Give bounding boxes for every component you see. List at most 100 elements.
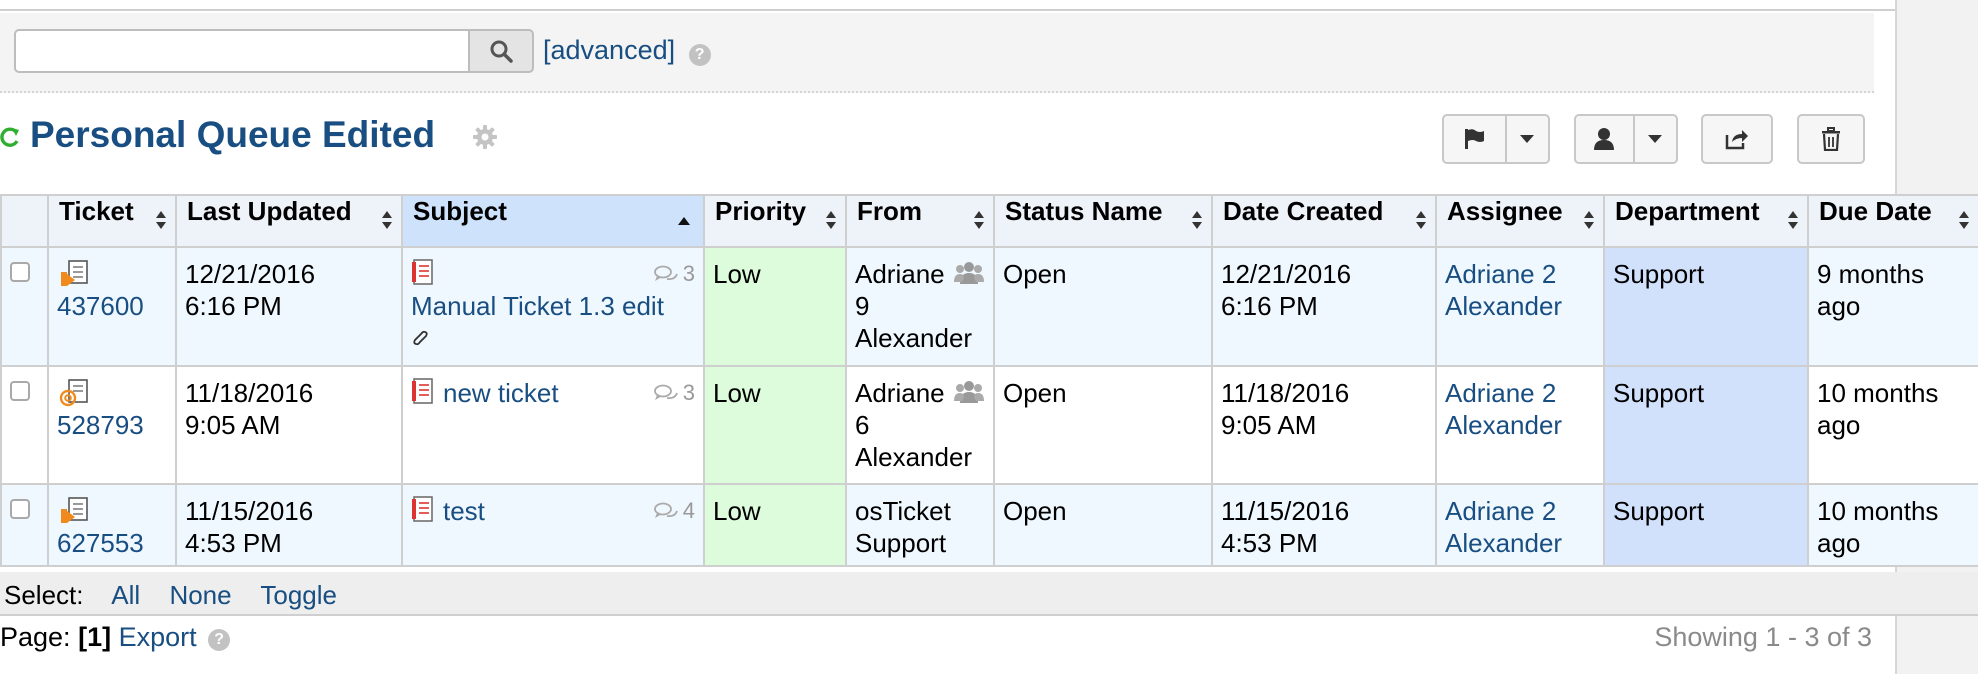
help-icon[interactable]: ? [208, 629, 231, 651]
header-ticket-label[interactable]: Ticket [59, 196, 134, 226]
subject-link[interactable]: new ticket [443, 378, 559, 408]
header-assignee-label[interactable]: Assignee [1447, 196, 1563, 226]
sort-icon[interactable] [1415, 210, 1427, 230]
assignee-link[interactable]: Adriane 2 [1445, 258, 1595, 290]
assign-dropdown-toggle[interactable] [1632, 116, 1676, 162]
assignee-link[interactable]: Adriane 2 [1445, 377, 1595, 409]
current-page[interactable]: [1] [78, 622, 111, 652]
header-last-updated-label[interactable]: Last Updated [187, 196, 352, 226]
header-department[interactable]: Department [1603, 194, 1809, 248]
document-icon [412, 378, 433, 404]
header-assignee[interactable]: Assignee [1435, 194, 1605, 248]
search-input[interactable] [14, 29, 470, 73]
flag-dropdown-toggle[interactable] [1504, 116, 1548, 162]
users-icon [954, 381, 984, 403]
row-select-cell [0, 246, 49, 367]
subject-link[interactable]: Manual Ticket 1.3 edit [411, 291, 664, 321]
assign-dropdown-button[interactable] [1574, 114, 1678, 164]
table-row[interactable]: 528793 11/18/2016 9:05 AM new ticket 3 Lo… [0, 365, 1978, 485]
thread-count: 3 [653, 258, 695, 290]
last-updated-cell: 11/15/2016 4:53 PM [175, 483, 403, 567]
thread-count: 4 [653, 495, 695, 527]
document-icon [412, 496, 433, 522]
ticket-icon [61, 260, 88, 286]
assignee-cell: Adriane 2 Alexander [1435, 246, 1605, 367]
header-last-updated[interactable]: Last Updated [175, 194, 403, 248]
ticket-number-link[interactable]: 627553 [57, 528, 144, 558]
search-button[interactable] [468, 29, 534, 73]
assignee-link[interactable]: Adriane 2 [1445, 495, 1595, 527]
page-title[interactable]: Personal Queue Edited [30, 114, 435, 156]
due-date-line2: ago [1817, 291, 1861, 321]
last-updated-date: 11/18/2016 [185, 378, 314, 408]
row-checkbox[interactable] [10, 499, 30, 519]
ticket-cell: 528793 [47, 365, 177, 485]
header-ticket[interactable]: Ticket [47, 194, 177, 248]
header-priority[interactable]: Priority [703, 194, 847, 248]
header-subject-label[interactable]: Subject [413, 196, 507, 226]
document-icon [412, 259, 433, 285]
table-row[interactable]: 627553 11/15/2016 4:53 PM test 4 Low osT… [0, 483, 1978, 567]
select-none-link[interactable]: None [169, 580, 231, 610]
user-icon [1594, 128, 1615, 150]
sort-icon[interactable] [381, 210, 393, 230]
assignee-link-line2[interactable]: Alexander [1445, 409, 1595, 441]
row-select-cell [0, 365, 49, 485]
ticket-cell: 627553 [47, 483, 177, 567]
header-status-name-label[interactable]: Status Name [1005, 196, 1163, 226]
results-count: Showing 1 - 3 of 3 [1654, 622, 1872, 652]
select-toggle-link[interactable]: Toggle [260, 580, 337, 610]
table-row[interactable]: 437600 12/21/2016 6:16 PM 3 Manual Ticket… [0, 246, 1978, 367]
search-bar: [advanced] ? [0, 13, 1874, 93]
refresh-icon[interactable] [0, 126, 20, 148]
department-cell: Support [1603, 365, 1809, 485]
row-checkbox[interactable] [10, 381, 30, 401]
comments-icon [653, 384, 678, 400]
created-date: 11/18/2016 [1221, 378, 1350, 408]
header-date-created-label[interactable]: Date Created [1223, 196, 1383, 226]
delete-button[interactable] [1797, 114, 1865, 164]
ticket-number-link[interactable]: 528793 [57, 410, 144, 440]
header-subject[interactable]: Subject [401, 194, 705, 248]
help-icon[interactable]: ? [688, 44, 711, 66]
share-button[interactable] [1701, 114, 1773, 164]
header-priority-label[interactable]: Priority [715, 196, 806, 226]
header-department-label[interactable]: Department [1615, 196, 1759, 226]
due-date-line1: 9 months [1817, 259, 1924, 289]
advanced-label[interactable]: [advanced] [543, 35, 675, 65]
pagination-footer: Page: [1] Export ? Showing 1 - 3 of 3 [0, 622, 1890, 653]
header-from-label[interactable]: From [857, 196, 922, 226]
gear-icon[interactable] [472, 124, 498, 150]
from-name-line2: 9 [855, 291, 870, 321]
header-due-date[interactable]: Due Date [1807, 194, 1978, 248]
thread-count-value: 4 [682, 498, 695, 523]
sort-icon[interactable] [155, 210, 167, 230]
assignee-link-line2[interactable]: Alexander [1445, 290, 1595, 322]
flag-dropdown-button[interactable] [1442, 114, 1550, 164]
priority-cell: Low [703, 365, 847, 485]
header-from[interactable]: From [845, 194, 995, 248]
assignee-link-line2[interactable]: Alexander [1445, 527, 1595, 559]
ticket-icon [61, 497, 88, 523]
select-all-link[interactable]: All [111, 580, 140, 610]
header-due-date-label[interactable]: Due Date [1819, 196, 1932, 226]
header-date-created[interactable]: Date Created [1211, 194, 1437, 248]
sort-icon[interactable] [1787, 210, 1799, 230]
subject-cell: new ticket 3 [401, 365, 705, 485]
advanced-search-link[interactable]: [advanced] ? [543, 35, 711, 66]
export-link[interactable]: Export [119, 622, 197, 652]
sort-icon[interactable] [1958, 210, 1970, 230]
subject-link[interactable]: test [443, 496, 485, 526]
row-checkbox[interactable] [10, 262, 30, 282]
select-label: Select: [4, 580, 84, 610]
sort-icon[interactable] [1191, 210, 1203, 230]
sort-icon[interactable] [825, 210, 837, 230]
ticket-number-link[interactable]: 437600 [57, 291, 144, 321]
sort-icon[interactable] [973, 210, 985, 230]
date-created-cell: 11/18/2016 9:05 AM [1211, 365, 1437, 485]
sort-icon[interactable] [1583, 210, 1595, 230]
header-status-name[interactable]: Status Name [993, 194, 1213, 248]
sort-ascending-icon[interactable] [677, 216, 691, 226]
assign-button[interactable] [1576, 116, 1633, 162]
flag-button[interactable] [1444, 116, 1505, 162]
